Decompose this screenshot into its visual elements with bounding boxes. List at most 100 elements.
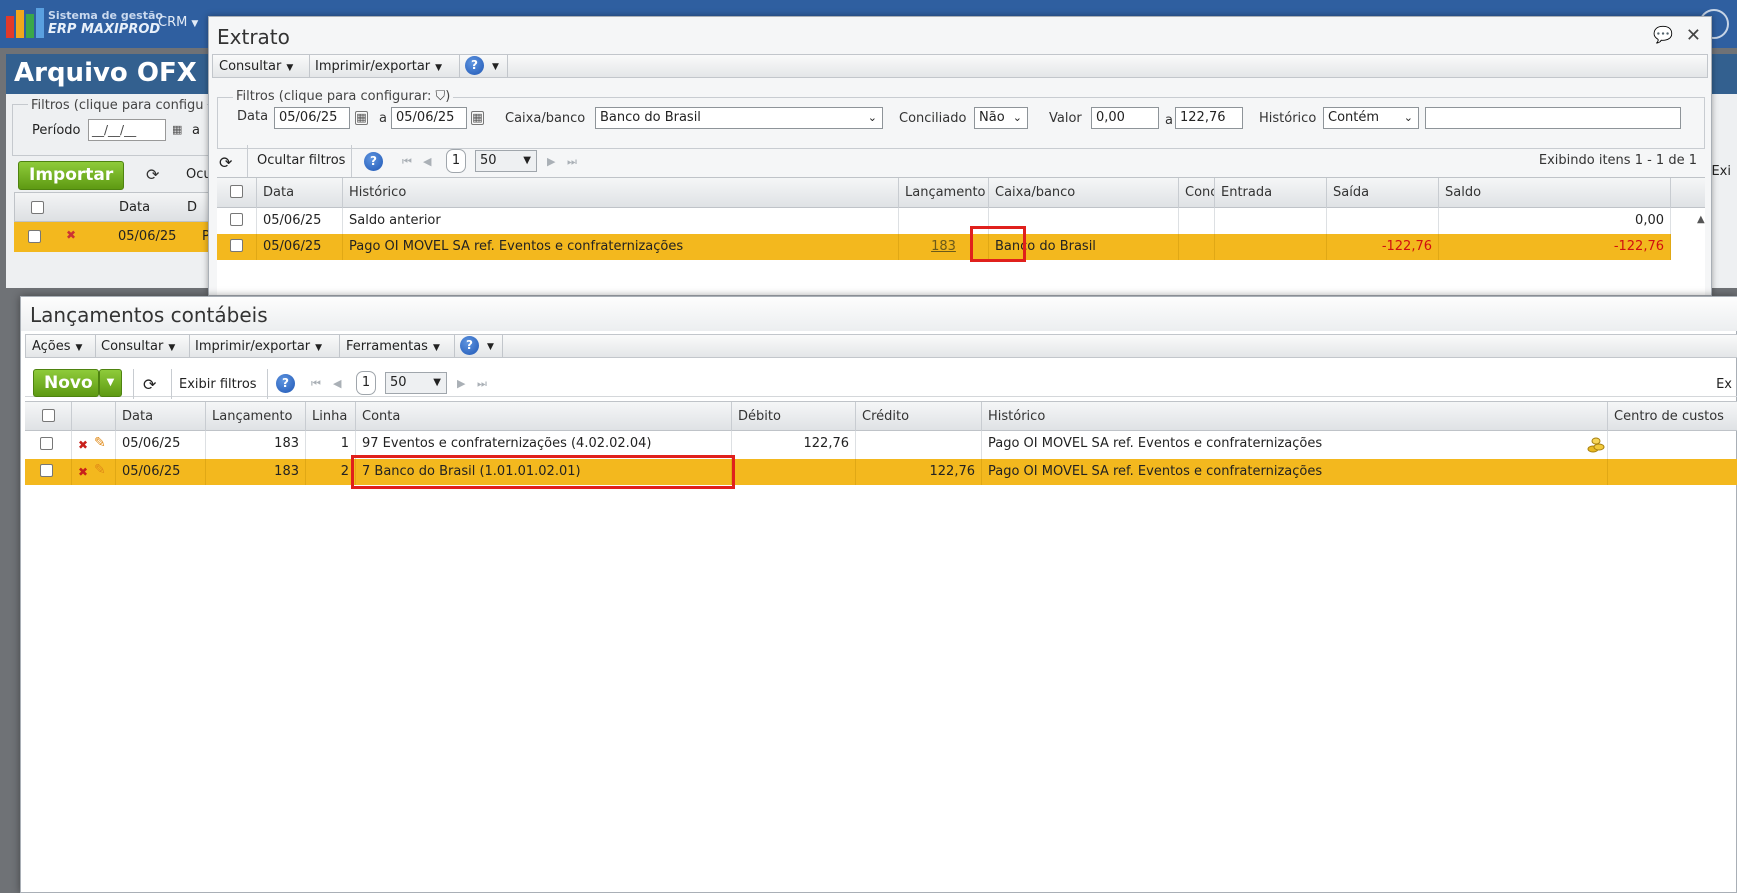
- data-to-input[interactable]: 05/06/25: [391, 107, 467, 129]
- col-data[interactable]: Data: [119, 200, 150, 215]
- scroll-up-icon[interactable]: ▲: [1697, 214, 1705, 225]
- edit-icon[interactable]: ✎: [94, 435, 106, 451]
- close-icon[interactable]: ✕: [1686, 25, 1701, 46]
- help-menu[interactable]: ? ▼: [465, 56, 499, 75]
- edit-icon[interactable]: ✎: [94, 462, 106, 478]
- chevron-down-icon: ▼: [315, 343, 323, 353]
- row-checkbox[interactable]: [40, 464, 53, 477]
- menu-consultar[interactable]: Consultar ▼: [219, 59, 293, 74]
- page-number-input[interactable]: 1: [356, 371, 376, 395]
- col-lancamento[interactable]: Lançamento: [206, 402, 306, 432]
- historico-label: Histórico: [1259, 111, 1317, 126]
- table-row-selected[interactable]: ✖ ✎ 05/06/25 183 2 7 Banco do Brasil (1.…: [25, 459, 1737, 485]
- first-page-icon[interactable]: ⏮: [402, 155, 412, 169]
- refresh-icon[interactable]: ⟳: [143, 375, 156, 394]
- col-d[interactable]: D: [187, 200, 197, 215]
- conciliado-select[interactable]: Não ⌄: [974, 107, 1028, 129]
- col-data[interactable]: Data: [257, 178, 343, 208]
- periodo-input[interactable]: __/__/__: [88, 119, 166, 141]
- col-conta[interactable]: Conta: [356, 402, 732, 432]
- exibindo-label: Exi: [1711, 164, 1731, 179]
- menu-crm[interactable]: CRM ▼: [158, 15, 198, 30]
- periodo-a-label: a: [192, 123, 200, 138]
- help-button[interactable]: ?: [276, 374, 295, 393]
- filters-legend[interactable]: Filtros (clique para configu: [28, 98, 207, 113]
- import-button[interactable]: Importar: [18, 161, 124, 190]
- col-historico[interactable]: Histórico: [982, 402, 1608, 432]
- novo-button[interactable]: Novo: [33, 369, 99, 397]
- caixa-select[interactable]: Banco do Brasil ⌄: [595, 107, 883, 129]
- page-size-select[interactable]: 50 ▼: [475, 150, 537, 172]
- refresh-icon[interactable]: ⟳: [146, 165, 159, 184]
- valor-from-input[interactable]: 0,00: [1091, 107, 1159, 129]
- col-saida[interactable]: Saída: [1327, 178, 1439, 208]
- prev-page-icon[interactable]: ◀: [423, 155, 431, 168]
- extrato-menubar: Consultar ▼ Imprimir/exportar ▼ ? ▼: [212, 54, 1708, 78]
- delete-icon[interactable]: ✖: [78, 438, 88, 452]
- col-saldo[interactable]: Saldo: [1439, 178, 1671, 208]
- table-row[interactable]: ✖ 05/06/25 P: [14, 222, 214, 252]
- historico-input[interactable]: [1425, 107, 1681, 129]
- coins-icon[interactable]: [1587, 435, 1605, 453]
- calendar-icon[interactable]: ▦: [471, 111, 484, 125]
- exibindo-label: Ex: [1716, 377, 1732, 392]
- col-data[interactable]: Data: [116, 402, 206, 432]
- col-conc[interactable]: Conc: [1179, 178, 1215, 208]
- chat-icon[interactable]: 💬: [1653, 25, 1673, 44]
- last-page-icon[interactable]: ⏭: [567, 155, 577, 169]
- chevron-down-icon: ▼: [106, 377, 115, 388]
- next-page-icon[interactable]: ▶: [457, 377, 465, 390]
- cell-saida: [1327, 208, 1439, 234]
- novo-dropdown[interactable]: ▼: [99, 369, 122, 397]
- calendar-icon[interactable]: ▦: [355, 111, 368, 125]
- select-all-checkbox[interactable]: [230, 185, 243, 198]
- delete-icon[interactable]: ✖: [78, 465, 88, 479]
- select-all-checkbox[interactable]: [42, 409, 55, 422]
- select-all-checkbox[interactable]: [31, 201, 44, 214]
- table-row-selected[interactable]: 05/06/25 Pago OI MOVEL SA ref. Eventos e…: [217, 234, 1671, 260]
- page-size-select[interactable]: 50 ▼: [385, 372, 447, 394]
- row-checkbox[interactable]: [230, 239, 243, 252]
- data-from-input[interactable]: 05/06/25: [274, 107, 350, 129]
- help-icon: ?: [460, 336, 479, 355]
- col-linha[interactable]: Linha: [306, 402, 356, 432]
- grid-header: Data Lançamento Linha Conta Débito Crédi…: [25, 401, 1737, 432]
- first-page-icon[interactable]: ⏮: [311, 377, 321, 391]
- menu-acoes[interactable]: Ações ▼: [32, 339, 82, 354]
- prev-page-icon[interactable]: ◀: [333, 377, 341, 390]
- erp-logo-icon[interactable]: [6, 8, 44, 38]
- col-caixa[interactable]: Caixa/banco: [989, 178, 1179, 208]
- valor-to-input[interactable]: 122,76: [1175, 107, 1243, 129]
- menu-crm-label: CRM: [158, 15, 188, 30]
- row-checkbox[interactable]: [28, 230, 41, 243]
- show-filters-button[interactable]: Exibir filtros: [179, 377, 257, 392]
- menu-imprimir[interactable]: Imprimir/exportar ▼: [195, 339, 322, 354]
- page-number-input[interactable]: 1: [446, 149, 466, 173]
- col-credito[interactable]: Crédito: [856, 402, 982, 432]
- col-centro[interactable]: Centro de custos: [1608, 402, 1737, 432]
- col-debito[interactable]: Débito: [732, 402, 856, 432]
- help-button[interactable]: ?: [364, 152, 383, 171]
- lancamento-link[interactable]: 183: [931, 239, 956, 254]
- col-lancamento[interactable]: Lançamento: [899, 178, 989, 208]
- menu-imprimir[interactable]: Imprimir/exportar ▼: [315, 59, 442, 74]
- col-entrada[interactable]: Entrada: [1215, 178, 1327, 208]
- hide-filters-button[interactable]: Ocultar filtros: [257, 153, 345, 168]
- col-historico[interactable]: Histórico: [343, 178, 899, 208]
- table-row[interactable]: 05/06/25 Saldo anterior 0,00: [217, 208, 1671, 234]
- row-checkbox[interactable]: [40, 437, 53, 450]
- help-icon: ?: [465, 56, 484, 75]
- menu-consultar[interactable]: Consultar ▼: [101, 339, 175, 354]
- refresh-icon[interactable]: ⟳: [219, 153, 232, 172]
- calendar-icon[interactable]: ▦: [172, 123, 182, 136]
- delete-icon[interactable]: ✖: [66, 228, 76, 242]
- historico-op-select[interactable]: Contém ⌄: [1323, 107, 1419, 129]
- caixa-select-value: Banco do Brasil: [600, 110, 701, 125]
- last-page-icon[interactable]: ⏭: [477, 377, 487, 391]
- help-menu[interactable]: ? ▼: [460, 336, 494, 355]
- next-page-icon[interactable]: ▶: [547, 155, 555, 168]
- filters-legend[interactable]: Filtros (clique para configurar: ⛉): [233, 89, 454, 104]
- menu-ferramentas[interactable]: Ferramentas ▼: [346, 339, 440, 354]
- row-checkbox[interactable]: [230, 213, 243, 226]
- table-row[interactable]: ✖ ✎ 05/06/25 183 1 97 Eventos e confrate…: [25, 431, 1737, 459]
